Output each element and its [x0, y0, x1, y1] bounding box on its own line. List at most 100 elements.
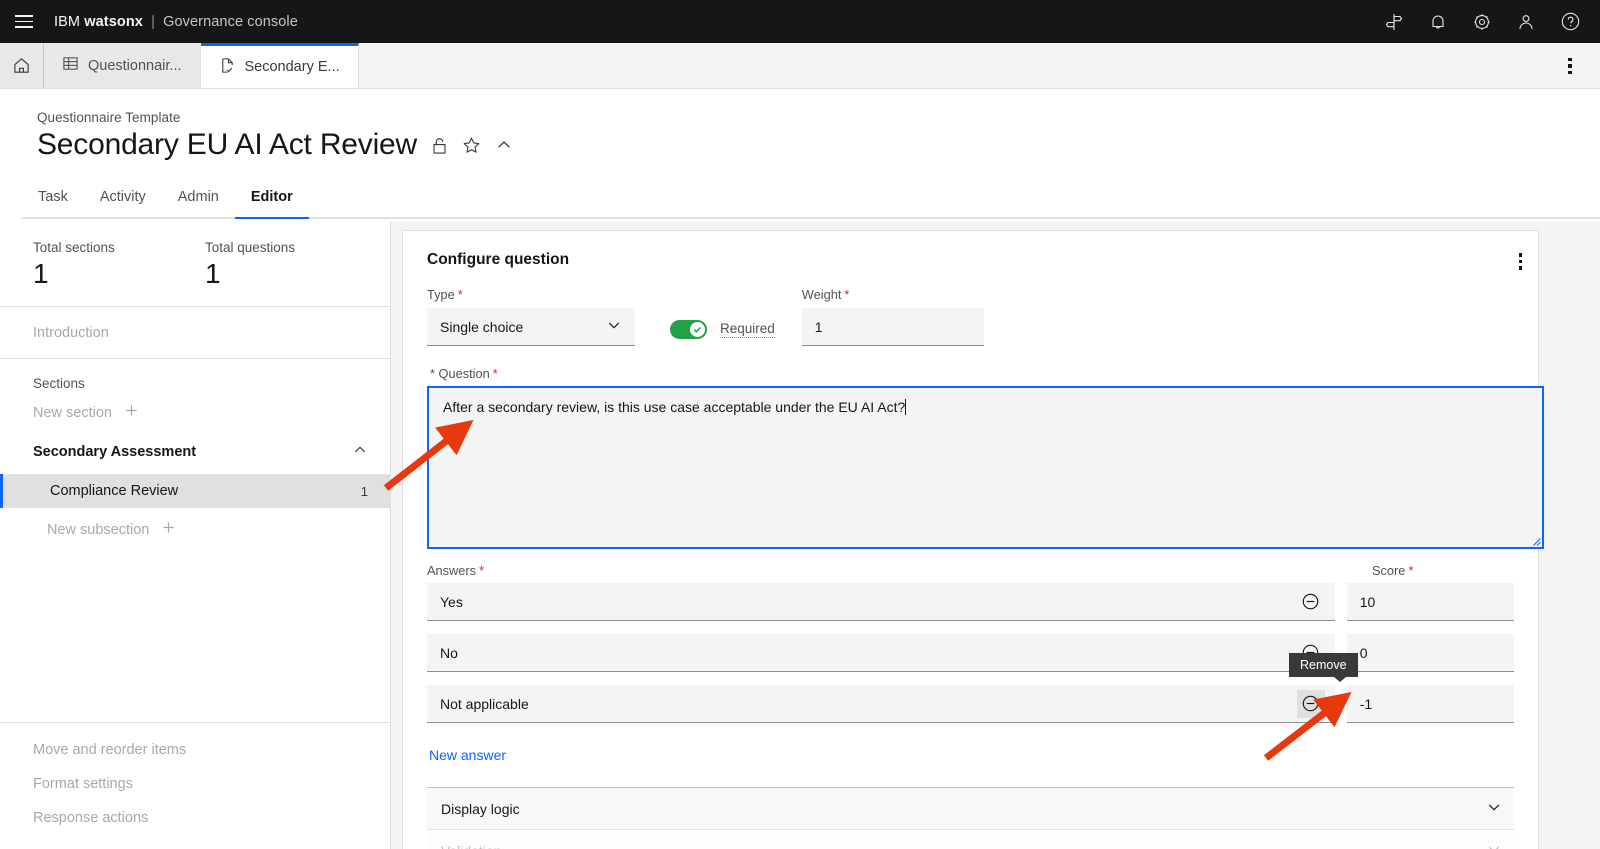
accordion-item-validation[interactable]: Validation — [427, 830, 1514, 849]
help-icon[interactable] — [1548, 0, 1592, 43]
tab-questionnaires[interactable]: Questionnair... — [44, 43, 201, 88]
configure-question-card: Configure question Type* Single choice — [402, 230, 1544, 849]
score-input-no[interactable]: 0 — [1346, 634, 1514, 672]
document-check-icon — [219, 57, 236, 78]
nav-tab-activity[interactable]: Activity — [83, 181, 162, 219]
chevron-up-icon[interactable] — [352, 442, 368, 462]
chevron-down-icon — [1486, 841, 1502, 849]
table-icon — [62, 55, 79, 76]
total-questions-value: 1 — [205, 258, 221, 289]
total-sections: Total sections 1 — [33, 240, 205, 290]
total-questions-label: Total questions — [205, 240, 296, 255]
score-input-yes[interactable]: 10 — [1346, 583, 1514, 621]
hamburger-icon[interactable] — [0, 0, 48, 43]
type-select-value: Single choice — [440, 318, 524, 335]
weight-label-text: Weight — [801, 287, 842, 302]
score-label: Score * — [1372, 563, 1413, 578]
sections-label: Sections — [33, 376, 85, 391]
kebab-icon[interactable] — [1518, 253, 1522, 270]
new-subsection-label: New subsection — [47, 521, 150, 538]
check-icon — [690, 322, 705, 337]
required-toggle-group: Required — [670, 320, 775, 339]
accordion-item-display-logic[interactable]: Display logic — [427, 788, 1514, 830]
home-icon[interactable] — [0, 43, 44, 88]
plus-icon — [161, 520, 176, 539]
sidebar-item-introduction[interactable]: Introduction — [0, 307, 390, 359]
nav-tab-admin[interactable]: Admin — [161, 181, 235, 219]
question-settings-row: Type * Single choice Required Weight * 1 — [427, 287, 1514, 346]
required-asterisk: * — [1408, 563, 1414, 578]
score-value: 0 — [1359, 644, 1368, 661]
answers-header: Answers * Score * — [427, 563, 1514, 578]
sidebar-item-label: Compliance Review — [50, 483, 179, 499]
sidebar-item-compliance-review[interactable]: Compliance Review 1 — [0, 474, 390, 508]
score-value: 10 — [1359, 593, 1376, 610]
accordion: Display logic Validation — [427, 787, 1514, 849]
kebab-icon[interactable] — [1550, 43, 1590, 89]
sidebar-footer-format-settings[interactable]: Format settings — [0, 767, 390, 801]
nav-tab-task[interactable]: Task — [22, 181, 84, 219]
totals-summary: Total sections 1 Total questions 1 — [0, 221, 390, 307]
brand-prefix: IBM — [54, 13, 81, 30]
required-toggle-label: Required — [720, 321, 775, 338]
minus-circle-icon[interactable] — [1296, 689, 1325, 718]
answer-input-not-applicable[interactable]: Not applicable — [427, 685, 1335, 723]
sidebar-section-label: Secondary Assessment — [33, 444, 197, 460]
answers-label-text: Answers — [427, 563, 477, 578]
score-value: -1 — [1359, 695, 1373, 712]
signpost-icon[interactable] — [1372, 0, 1416, 43]
sidebar-footer-response-actions[interactable]: Response actions — [0, 801, 390, 835]
answer-input-yes[interactable]: Yes — [427, 583, 1335, 621]
new-section-button[interactable]: New section — [0, 395, 390, 430]
score-input-not-applicable[interactable]: -1 — [1346, 685, 1514, 723]
brand-suffix: Governance console — [163, 13, 298, 30]
page-title: Secondary EU AI Act Review — [37, 128, 417, 161]
required-asterisk: * — [457, 287, 463, 302]
accordion-label: Display logic — [441, 800, 520, 817]
tab-secondary-eu-ai-act-review[interactable]: Secondary E... — [200, 43, 359, 88]
sidebar-footer-move-reorder[interactable]: Move and reorder items — [0, 733, 390, 767]
question-textarea[interactable]: After a secondary review, is this use ca… — [427, 386, 1544, 549]
tab-label: Secondary E... — [244, 59, 340, 75]
gear-icon[interactable] — [1460, 0, 1504, 43]
nav-tab-editor[interactable]: Editor — [234, 181, 309, 219]
weight-label: Weight * — [802, 287, 984, 302]
bell-icon[interactable] — [1416, 0, 1460, 43]
resize-handle-icon[interactable] — [1531, 536, 1541, 546]
tooltip-text: Remove — [1300, 658, 1347, 672]
accordion-label: Validation — [441, 843, 501, 849]
question-label: * Question * — [430, 366, 1514, 381]
tab-strip: Questionnair... Secondary E... — [0, 43, 1600, 89]
brand-separator: | — [151, 13, 155, 30]
total-sections-label: Total sections — [33, 240, 115, 255]
remove-tooltip: Remove — [1289, 653, 1358, 682]
required-asterisk: * — [479, 563, 485, 578]
sidebar-item-count: 1 — [360, 483, 368, 499]
type-label: Type * — [427, 287, 635, 302]
unlocked-icon[interactable] — [431, 136, 448, 155]
sidebar-footer: Move and reorder items Format settings R… — [0, 722, 390, 849]
user-icon[interactable] — [1504, 0, 1548, 43]
answer-row: Yes 10 — [427, 583, 1514, 621]
total-questions: Total questions 1 — [205, 240, 377, 290]
chevron-up-icon[interactable] — [495, 136, 513, 154]
sidebar-section-secondary-assessment[interactable]: Secondary Assessment — [0, 430, 390, 474]
new-answer-button[interactable]: New answer — [429, 747, 506, 763]
star-icon[interactable] — [462, 136, 481, 155]
new-subsection-button[interactable]: New subsection — [0, 508, 390, 551]
question-label-text: * Question — [430, 366, 490, 381]
weight-input[interactable] — [801, 308, 984, 346]
page-header: Questionnaire Template Secondary EU AI A… — [0, 89, 1600, 162]
answer-input-no[interactable]: No — [427, 634, 1335, 672]
plus-icon — [124, 403, 139, 422]
top-bar: IBM watsonx | Governance console — [0, 0, 1600, 43]
brand-name: watsonx — [84, 13, 143, 30]
answer-text: Yes — [440, 593, 463, 610]
total-sections-value: 1 — [33, 258, 49, 289]
minus-circle-icon[interactable] — [1297, 588, 1325, 616]
answers-label: Answers * — [427, 563, 1372, 578]
tab-label: Questionnair... — [88, 57, 182, 74]
new-section-label: New section — [33, 404, 112, 421]
type-select[interactable]: Single choice — [427, 308, 635, 346]
required-toggle[interactable] — [670, 320, 707, 339]
